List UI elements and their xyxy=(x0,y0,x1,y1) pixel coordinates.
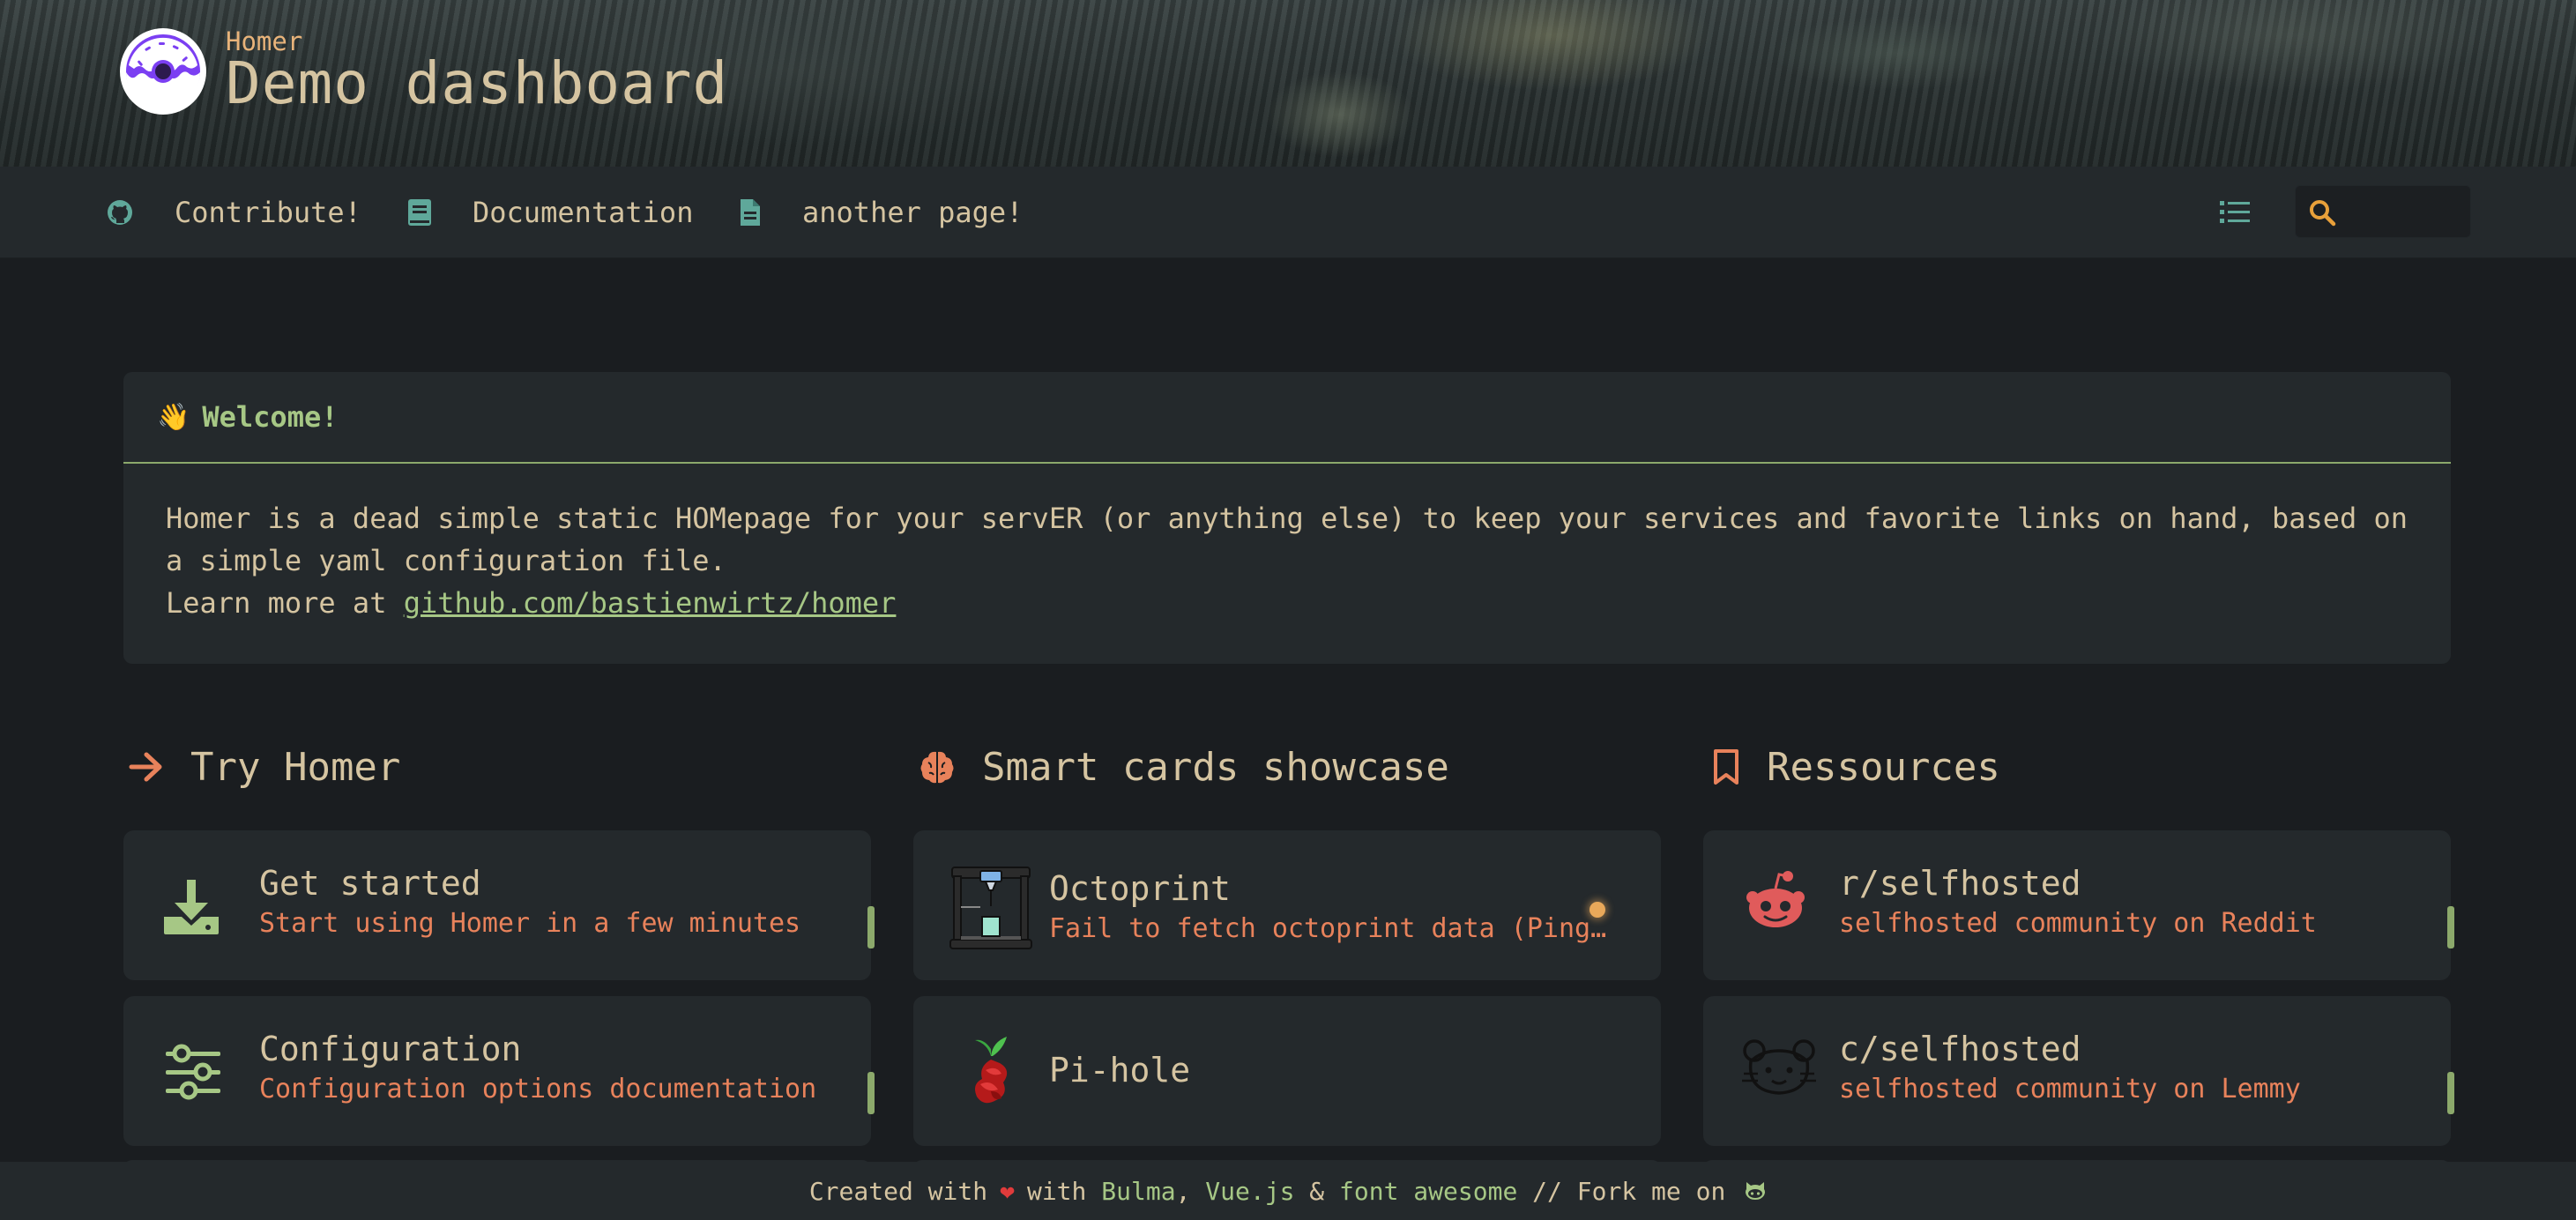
nav-link-documentation[interactable]: Documentation xyxy=(407,167,693,258)
lemmy-icon xyxy=(1742,1039,1816,1095)
card-title: Configuration xyxy=(259,1030,522,1068)
status-indicator-dot xyxy=(1590,902,1605,918)
card-tag-marker xyxy=(2447,906,2454,948)
card-title: r/selfhosted xyxy=(1839,864,2081,903)
group-title-smart-cards: Smart cards showcase xyxy=(919,740,1449,793)
sliders-icon xyxy=(166,1044,220,1100)
search-box[interactable] xyxy=(2295,185,2471,238)
footer-fork-text: // Fork me on xyxy=(1532,1176,1726,1206)
footer-comma: , xyxy=(1175,1176,1191,1206)
footer-created-text: Created with xyxy=(808,1176,988,1206)
message-body: Homer is a dead simple static HOMepage f… xyxy=(123,464,2451,624)
group-title-label: Smart cards showcase xyxy=(982,744,1449,790)
card-title: Octoprint xyxy=(1049,869,1231,908)
nav-link-contribute[interactable]: Contribute! xyxy=(106,167,361,258)
card-tag-marker xyxy=(2447,1072,2454,1114)
card-tag-marker xyxy=(867,1072,875,1114)
service-card-octoprint[interactable]: Octoprint Fail to fetch octoprint data (… xyxy=(913,830,1661,980)
welcome-message: 👋 Welcome! Homer is a dead simple static… xyxy=(123,372,2451,664)
file-icon xyxy=(741,199,760,226)
github-octocat-icon[interactable] xyxy=(1744,1180,1767,1201)
service-card-r-selfhosted[interactable]: r/selfhosted selfhosted community on Red… xyxy=(1703,830,2454,980)
footer-ampersand: & xyxy=(1309,1176,1325,1206)
group-title-label: Ressources xyxy=(1767,744,2000,790)
card-subtitle: selfhosted community on Lemmy xyxy=(1839,1074,2301,1105)
card-subtitle: Fail to fetch octoprint data (Ping… xyxy=(1049,913,1607,944)
page-title: Demo dashboard xyxy=(226,49,729,117)
card-subtitle: Configuration options documentation xyxy=(259,1074,817,1105)
group-title-label: Try Homer xyxy=(190,744,401,790)
vuejs-link[interactable]: Vue.js xyxy=(1205,1177,1294,1206)
github-icon xyxy=(108,200,132,225)
pihole-icon xyxy=(975,1037,1008,1104)
message-line: Homer is a dead simple static HOMepage f… xyxy=(166,502,2408,535)
nav-link-label: Documentation xyxy=(473,196,694,229)
message-line: Learn more at github.com/bastienwirtz/ho… xyxy=(166,582,2408,624)
card-title: Get started xyxy=(259,864,481,903)
bulma-link[interactable]: Bulma xyxy=(1101,1177,1175,1206)
download-icon xyxy=(164,880,219,934)
footer: Created with ❤ with Bulma, Vue.js & font… xyxy=(0,1162,2576,1220)
header-banner: Homer Demo dashboard xyxy=(0,0,2576,167)
group-title-try-homer: Try Homer xyxy=(129,740,400,793)
nav-link-label: Contribute! xyxy=(175,196,361,229)
message-title: Welcome! xyxy=(202,400,339,434)
homer-github-link[interactable]: github.com/bastienwirtz/homer xyxy=(404,586,897,620)
service-card-configuration[interactable]: Configuration Configuration options docu… xyxy=(123,996,875,1146)
heart-icon: ❤ xyxy=(1000,1176,1015,1206)
bookmark-icon xyxy=(1714,749,1738,785)
donut-logo-icon xyxy=(120,28,206,115)
nav-link-label: another page! xyxy=(802,196,1024,229)
group-title-ressources: Ressources xyxy=(1712,740,2000,793)
card-title: c/selfhosted xyxy=(1839,1030,2081,1068)
service-card-get-started[interactable]: Get started Start using Homer in a few m… xyxy=(123,830,875,980)
book-icon xyxy=(408,199,431,226)
waving-hand-icon: 👋 xyxy=(157,401,190,433)
arrow-right-icon xyxy=(129,752,162,782)
3d-printer-icon xyxy=(949,867,1032,949)
message-header: 👋 Welcome! xyxy=(123,372,2451,464)
search-input[interactable] xyxy=(2345,193,2465,232)
reddit-icon xyxy=(1746,871,1805,927)
card-subtitle: Start using Homer in a few minutes xyxy=(259,908,801,939)
nav-link-another-page[interactable]: another page! xyxy=(739,167,1023,258)
font-awesome-link[interactable]: font awesome xyxy=(1339,1177,1517,1206)
message-link-prefix: Learn more at xyxy=(166,586,404,620)
footer-with-text: with xyxy=(1026,1176,1087,1206)
navbar: Contribute! Documentation another page! xyxy=(0,167,2576,258)
service-card-c-selfhosted[interactable]: c/selfhosted selfhosted community on Lem… xyxy=(1703,996,2454,1146)
card-subtitle: selfhosted community on Reddit xyxy=(1839,908,2317,939)
card-title: Pi-hole xyxy=(1049,1051,1191,1090)
search-icon xyxy=(2310,200,2336,227)
card-tag-marker xyxy=(867,906,875,948)
service-card-pihole[interactable]: Pi-hole xyxy=(913,996,1661,1146)
brain-icon xyxy=(920,751,954,784)
message-line: a simple yaml configuration file. xyxy=(166,544,726,577)
list-view-toggle-icon[interactable] xyxy=(2220,198,2250,227)
